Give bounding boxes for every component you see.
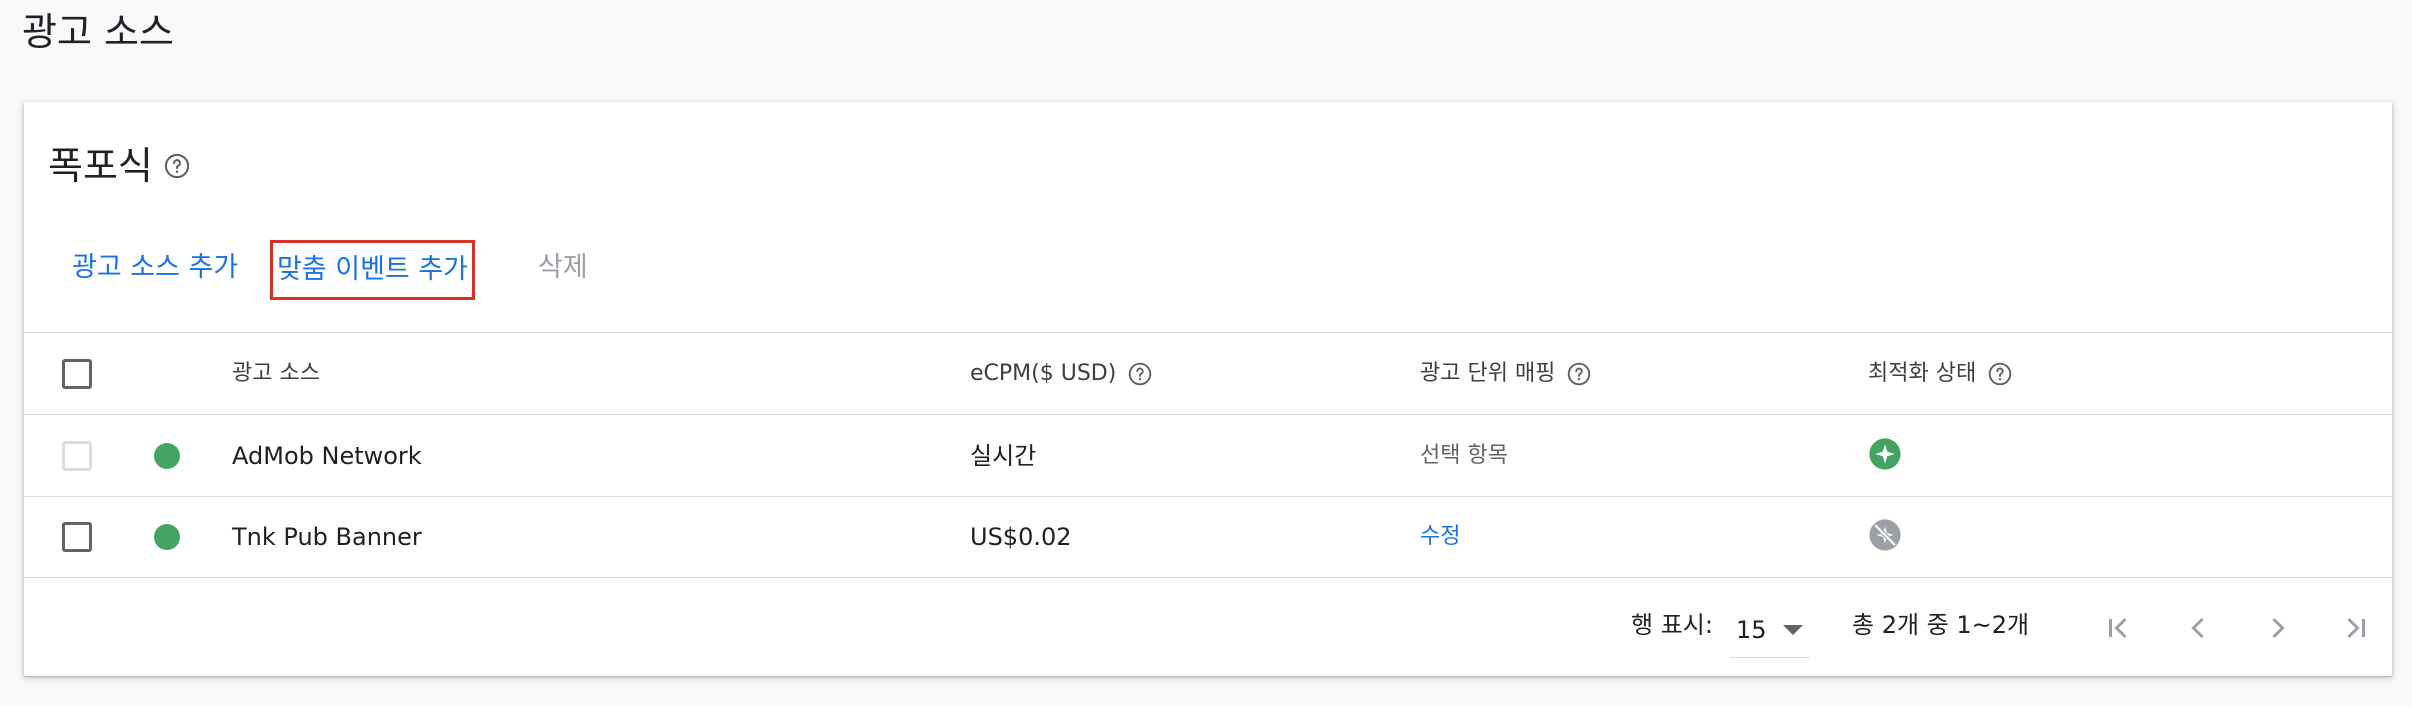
first-page-button[interactable]: [2096, 606, 2140, 650]
first-page-icon: [2109, 617, 2127, 639]
add-ad-source-button[interactable]: 광고 소스 추가: [72, 250, 238, 286]
pagination-range: 총 2개 중 1~2개: [1852, 611, 2030, 639]
add-custom-event-button[interactable]: 맞춤 이벤트 추가: [277, 252, 468, 288]
previous-page-button[interactable]: [2176, 606, 2220, 650]
column-header-mapping-label: 광고 단위 매핑: [1420, 360, 1556, 386]
row-checkbox: [62, 440, 92, 471]
column-header-source: 광고 소스: [232, 360, 320, 386]
status-dot: [154, 442, 180, 469]
ecpm-value: 실시간: [970, 441, 1037, 470]
ad-source-name: AdMob Network: [232, 441, 422, 470]
ad-source-table: 광고 소스 eCPM($ USD) 광고 단위 매핑 최적화 상태 AdMob …: [24, 332, 2392, 578]
delete-button[interactable]: 삭제: [538, 250, 588, 286]
card-header: 폭포식: [48, 142, 191, 190]
last-page-button[interactable]: [2334, 606, 2378, 650]
help-icon[interactable]: [1986, 360, 2014, 388]
ad-source-name: Tnk Pub Banner: [232, 523, 422, 551]
rows-per-page-select[interactable]: 15: [1730, 602, 1810, 658]
help-icon[interactable]: [1126, 360, 1154, 388]
column-header-optimization-label: 최적화 상태: [1868, 360, 1977, 386]
column-header-ecpm: eCPM($ USD): [970, 360, 1154, 388]
status-dot: [154, 524, 180, 550]
rows-per-page-value: 15: [1736, 615, 1767, 644]
help-icon[interactable]: [1565, 360, 1593, 388]
table-row: AdMob Network 실시간 선택 항목: [24, 414, 2392, 496]
row-checkbox[interactable]: [62, 522, 92, 552]
ecpm-value: US$0.02: [970, 523, 1072, 551]
select-all-checkbox[interactable]: [62, 358, 92, 389]
column-header-ecpm-label: eCPM($ USD): [970, 360, 1117, 386]
last-page-icon: [2347, 617, 2365, 639]
next-page-button[interactable]: [2256, 606, 2300, 650]
chevron-left-icon: [2191, 617, 2204, 639]
help-icon[interactable]: [163, 152, 191, 180]
add-custom-event-highlight: 맞춤 이벤트 추가: [270, 240, 475, 300]
optimization-off-icon: [1868, 518, 1902, 556]
chevron-right-icon: [2272, 617, 2285, 639]
column-header-mapping: 광고 단위 매핑: [1420, 360, 1593, 388]
rows-per-page-label: 행 표시:: [1631, 611, 1713, 639]
mapping-value: 선택 항목: [1420, 442, 1508, 468]
card-title: 폭포식: [48, 144, 153, 188]
table-header-row: 광고 소스 eCPM($ USD) 광고 단위 매핑 최적화 상태: [24, 332, 2392, 414]
edit-mapping-link[interactable]: 수정: [1420, 522, 1460, 552]
chevron-down-icon: [1782, 624, 1803, 635]
page-title: 광고 소스: [22, 10, 174, 54]
column-header-optimization: 최적화 상태: [1868, 360, 2014, 388]
table-row: Tnk Pub Banner US$0.02 수정: [24, 496, 2392, 578]
optimized-sparkle-icon: [1868, 437, 1902, 475]
pagination-bar: 행 표시: 15 총 2개 중 1~2개: [24, 580, 2392, 676]
